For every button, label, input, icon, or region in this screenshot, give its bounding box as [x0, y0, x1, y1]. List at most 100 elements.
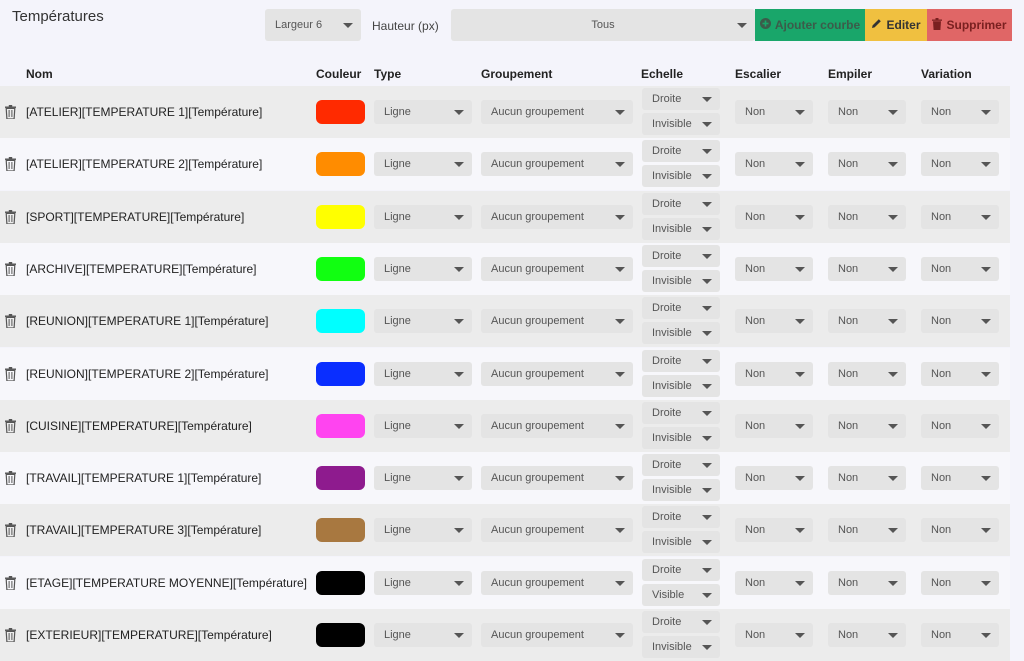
trash-icon[interactable]: [5, 209, 16, 225]
groupement-select[interactable]: Aucun groupement: [481, 413, 633, 438]
variation-select[interactable]: Non: [921, 570, 999, 595]
echelle-side-select[interactable]: Droite: [642, 454, 720, 477]
trash-icon[interactable]: [5, 418, 16, 434]
trash-icon[interactable]: [5, 366, 16, 382]
type-select[interactable]: Ligne: [374, 623, 472, 647]
type-select[interactable]: Ligne: [374, 518, 472, 543]
escalier-select[interactable]: Non: [735, 256, 813, 281]
groupement-select[interactable]: Aucun groupement: [481, 466, 633, 491]
type-select[interactable]: Ligne: [374, 152, 472, 177]
color-swatch[interactable]: [316, 152, 365, 177]
empiler-select[interactable]: Non: [828, 100, 906, 124]
type-select[interactable]: Ligne: [374, 100, 472, 124]
color-swatch[interactable]: [316, 204, 365, 229]
echelle-side-select[interactable]: Droite: [642, 558, 720, 581]
echelle-side-select[interactable]: Droite: [642, 401, 720, 424]
groupement-select[interactable]: Aucun groupement: [481, 309, 633, 334]
variation-select[interactable]: Non: [921, 309, 999, 334]
variation-select[interactable]: Non: [921, 413, 999, 438]
groupement-select[interactable]: Aucun groupement: [481, 361, 633, 386]
type-select[interactable]: Ligne: [374, 570, 472, 595]
echelle-side-select[interactable]: Droite: [642, 349, 720, 372]
echelle-visibility-select[interactable]: Invisible: [642, 374, 720, 397]
escalier-select[interactable]: Non: [735, 413, 813, 438]
color-swatch[interactable]: [316, 518, 365, 543]
empiler-select[interactable]: Non: [828, 623, 906, 647]
type-select[interactable]: Ligne: [374, 256, 472, 281]
echelle-visibility-select[interactable]: Visible: [642, 583, 720, 606]
groupement-select[interactable]: Aucun groupement: [481, 518, 633, 543]
echelle-side-select[interactable]: Droite: [642, 88, 720, 110]
escalier-select[interactable]: Non: [735, 518, 813, 543]
escalier-select[interactable]: Non: [735, 100, 813, 124]
echelle-visibility-select[interactable]: Invisible: [642, 217, 720, 240]
escalier-select[interactable]: Non: [735, 361, 813, 386]
add-curve-button[interactable]: Ajouter courbe: [755, 9, 865, 41]
groupement-select[interactable]: Aucun groupement: [481, 623, 633, 647]
color-swatch[interactable]: [316, 361, 365, 386]
type-select[interactable]: Ligne: [374, 361, 472, 386]
echelle-visibility-select[interactable]: Invisible: [642, 165, 720, 188]
color-swatch[interactable]: [316, 309, 365, 334]
delete-button[interactable]: Supprimer: [927, 9, 1012, 41]
groupement-select[interactable]: Aucun groupement: [481, 100, 633, 124]
type-select[interactable]: Ligne: [374, 466, 472, 491]
trash-icon[interactable]: [5, 261, 16, 277]
width-select[interactable]: Largeur 6: [265, 9, 361, 41]
filter-select[interactable]: Tous: [451, 9, 755, 41]
groupement-select[interactable]: Aucun groupement: [481, 256, 633, 281]
echelle-visibility-select[interactable]: Invisible: [642, 426, 720, 449]
echelle-side-select[interactable]: Droite: [642, 506, 720, 529]
trash-icon[interactable]: [5, 628, 16, 643]
color-swatch[interactable]: [316, 100, 365, 124]
type-select[interactable]: Ligne: [374, 413, 472, 438]
echelle-side-select[interactable]: Droite: [642, 192, 720, 215]
escalier-select[interactable]: Non: [735, 570, 813, 595]
escalier-select[interactable]: Non: [735, 623, 813, 647]
type-select[interactable]: Ligne: [374, 204, 472, 229]
color-swatch[interactable]: [316, 466, 365, 491]
edit-button[interactable]: Editer: [865, 9, 927, 41]
echelle-side-select[interactable]: Droite: [642, 611, 720, 633]
variation-select[interactable]: Non: [921, 518, 999, 543]
echelle-visibility-select[interactable]: Invisible: [642, 269, 720, 292]
trash-icon[interactable]: [5, 314, 16, 329]
empiler-select[interactable]: Non: [828, 256, 906, 281]
echelle-side-select[interactable]: Droite: [642, 297, 720, 320]
variation-select[interactable]: Non: [921, 466, 999, 491]
trash-icon[interactable]: [5, 471, 16, 486]
empiler-select[interactable]: Non: [828, 466, 906, 491]
escalier-select[interactable]: Non: [735, 152, 813, 177]
echelle-side-select[interactable]: Droite: [642, 140, 720, 163]
groupement-select[interactable]: Aucun groupement: [481, 204, 633, 229]
variation-select[interactable]: Non: [921, 100, 999, 124]
groupement-select[interactable]: Aucun groupement: [481, 152, 633, 177]
empiler-select[interactable]: Non: [828, 361, 906, 386]
groupement-select[interactable]: Aucun groupement: [481, 570, 633, 595]
trash-icon[interactable]: [5, 105, 16, 120]
echelle-visibility-select[interactable]: Invisible: [642, 113, 720, 135]
echelle-side-select[interactable]: Droite: [642, 244, 720, 267]
echelle-visibility-select[interactable]: Invisible: [642, 531, 720, 554]
color-swatch[interactable]: [316, 413, 365, 438]
variation-select[interactable]: Non: [921, 623, 999, 647]
escalier-select[interactable]: Non: [735, 466, 813, 491]
echelle-visibility-select[interactable]: Invisible: [642, 479, 720, 502]
escalier-select[interactable]: Non: [735, 309, 813, 334]
color-swatch[interactable]: [316, 623, 365, 647]
color-swatch[interactable]: [316, 256, 365, 281]
empiler-select[interactable]: Non: [828, 309, 906, 334]
empiler-select[interactable]: Non: [828, 152, 906, 177]
trash-icon[interactable]: [5, 157, 16, 172]
type-select[interactable]: Ligne: [374, 309, 472, 334]
escalier-select[interactable]: Non: [735, 204, 813, 229]
echelle-visibility-select[interactable]: Invisible: [642, 636, 720, 658]
variation-select[interactable]: Non: [921, 256, 999, 281]
trash-icon[interactable]: [5, 575, 16, 591]
color-swatch[interactable]: [316, 570, 365, 595]
echelle-visibility-select[interactable]: Invisible: [642, 322, 720, 345]
empiler-select[interactable]: Non: [828, 570, 906, 595]
trash-icon[interactable]: [5, 523, 16, 538]
variation-select[interactable]: Non: [921, 204, 999, 229]
empiler-select[interactable]: Non: [828, 204, 906, 229]
